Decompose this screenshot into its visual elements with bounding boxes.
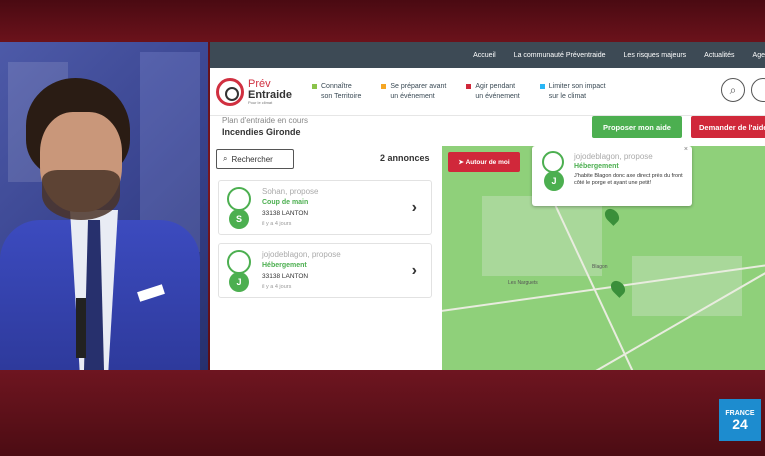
category-icon xyxy=(227,187,251,211)
user-avatar: S xyxy=(229,209,249,229)
popup-category: Hébergement xyxy=(574,163,619,170)
topnav-news[interactable]: Actualités xyxy=(704,52,734,59)
account-icon[interactable] xyxy=(751,78,765,102)
topnav-home[interactable]: Accueil xyxy=(473,52,496,59)
nav-marker-blue xyxy=(539,84,545,90)
user-avatar: J xyxy=(544,171,564,191)
plan-heading: Plan d'entraide en cours Incendies Giron… xyxy=(222,116,308,137)
top-navigation: Accueil La communauté Préventraide Les r… xyxy=(210,42,765,68)
header-icons: ⌕ xyxy=(721,78,765,102)
search-icon[interactable]: ⌕ xyxy=(721,78,745,102)
listing-location: 33138 LANTON xyxy=(262,273,309,280)
popup-user: jojodeblagon, propose xyxy=(574,152,653,161)
around-me-label: Autour de moi xyxy=(465,158,510,166)
nav-label: un événement xyxy=(390,92,435,100)
category-icon xyxy=(227,250,251,274)
location-pin-icon[interactable] xyxy=(608,278,628,298)
plan-title: Incendies Gironde xyxy=(222,127,301,137)
popup-message: J'habite Blagon donc axe direct près du … xyxy=(574,173,683,187)
site-header: Prév Entraide Pour le climat Connaître so… xyxy=(210,68,765,116)
channel-number: 24 xyxy=(732,415,748,432)
listing-card[interactable]: J jojodeblagon, propose Hébergement 3313… xyxy=(218,243,432,298)
topnav-community[interactable]: La communauté Préventraide xyxy=(514,52,606,59)
nav-label: Connaître xyxy=(321,83,352,91)
nav-label: Limiter son impact xyxy=(548,83,606,91)
map-field xyxy=(632,256,742,316)
nav-item-limit-impact[interactable]: Limiter son impact sur le climat xyxy=(539,82,606,101)
logo-text-entraide: Entraide xyxy=(248,88,293,101)
header-navigation: Connaître son Territoire Se préparer avan… xyxy=(312,82,606,101)
nav-item-know-territory[interactable]: Connaître son Territoire xyxy=(312,82,361,101)
topnav-age[interactable]: Age xyxy=(753,52,765,59)
topnav-risks[interactable]: Les risques majeurs xyxy=(624,52,687,59)
preventraide-logo[interactable]: Prév Entraide Pour le climat xyxy=(216,77,308,106)
logo-mark-icon xyxy=(216,77,244,106)
nav-label: sur le climat xyxy=(548,92,587,100)
listing-time: il y a 4 jours xyxy=(262,221,292,227)
search-label: Rechercher xyxy=(231,154,273,164)
listing-count: 2 annonces xyxy=(380,153,430,163)
search-button[interactable]: ⌕ Rechercher xyxy=(216,149,294,169)
news-presenter xyxy=(0,70,205,370)
nav-marker-green xyxy=(312,84,317,90)
studio-top-band xyxy=(0,0,765,42)
chevron-right-icon[interactable]: › xyxy=(412,262,417,280)
search-icon: ⌕ xyxy=(223,154,228,163)
map-label-blagon: Blagon xyxy=(592,264,608,270)
listing-category: Coup de main xyxy=(262,199,309,206)
close-icon[interactable]: × xyxy=(684,146,688,153)
chevron-right-icon[interactable]: › xyxy=(412,199,417,217)
listing-location: 33138 LANTON xyxy=(262,210,309,217)
nav-marker-red xyxy=(466,84,472,90)
nav-label: Agir pendant xyxy=(475,83,516,91)
nav-label: un événement xyxy=(475,92,520,100)
map-label-narguets: Les Narguets xyxy=(508,280,538,286)
map-popup[interactable]: J jojodeblagon, propose Hébergement J'ha… xyxy=(532,146,692,206)
nav-item-prepare[interactable]: Se préparer avant un événement xyxy=(381,82,446,101)
listing-card[interactable]: S Sohan, propose Coup de main 33138 LANT… xyxy=(218,180,432,235)
request-help-button[interactable]: Demander de l'aide xyxy=(691,116,765,138)
microphone xyxy=(76,298,86,358)
around-me-button[interactable]: ➤ Autour de moi xyxy=(448,152,520,172)
nav-label: Se préparer avant xyxy=(390,83,447,91)
logo-tagline: Pour le climat xyxy=(248,99,273,105)
france24-logo: FRANCE 24 xyxy=(719,399,761,441)
logo-text-prev: Prév xyxy=(248,77,271,90)
listing-user: Sohan, propose xyxy=(262,187,319,196)
listing-user: jojodeblagon, propose xyxy=(262,250,341,259)
plan-label: Plan d'entraide en cours xyxy=(222,116,309,125)
studio-bottom-band xyxy=(0,370,765,456)
map-view[interactable]: Blagon Les Narguets ➤ Autour de moi J jo… xyxy=(442,146,765,370)
navigation-arrow-icon: ➤ xyxy=(458,159,466,166)
offer-help-button[interactable]: Proposer mon aide xyxy=(592,116,682,138)
listing-time: il y a 4 jours xyxy=(262,284,292,290)
listing-category: Hébergement xyxy=(262,262,307,269)
user-avatar: J xyxy=(229,272,249,292)
nav-marker-orange xyxy=(381,84,387,90)
location-pin-icon[interactable] xyxy=(602,206,622,226)
presenter-beard xyxy=(42,170,120,220)
nav-label: son Territoire xyxy=(321,92,362,100)
nav-item-act[interactable]: Agir pendant un événement xyxy=(466,82,520,101)
category-icon xyxy=(542,151,564,173)
website-display: Accueil La communauté Préventraide Les r… xyxy=(210,42,765,370)
